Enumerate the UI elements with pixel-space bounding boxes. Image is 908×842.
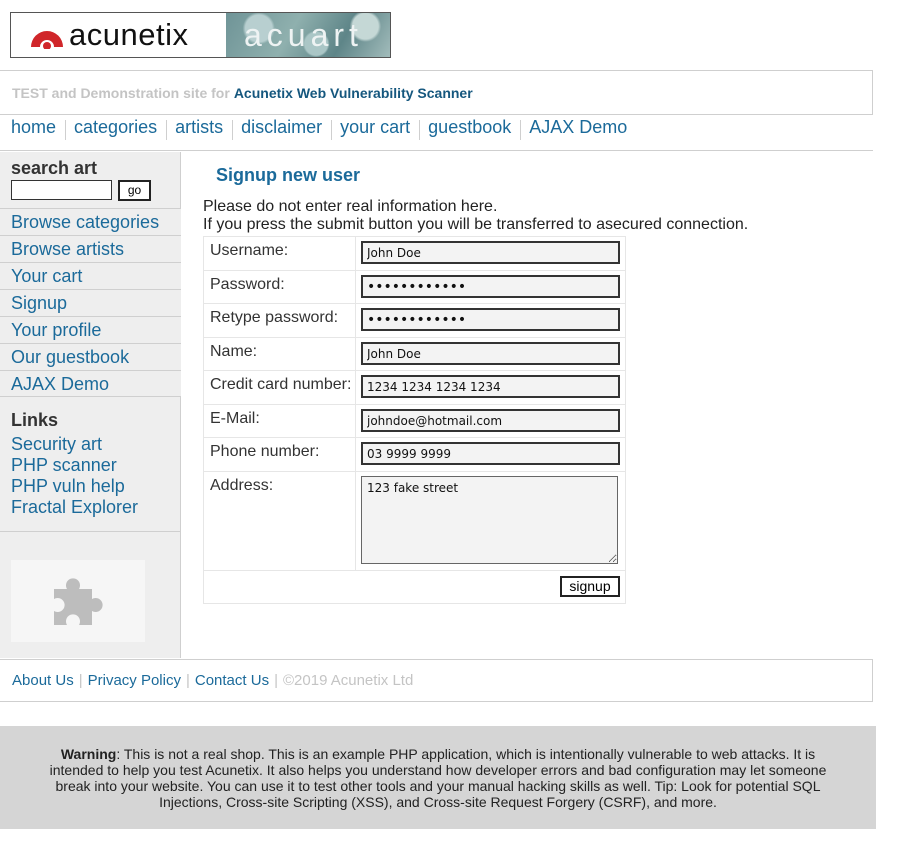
nav-separator (232, 120, 234, 140)
footer-separator: | (78, 672, 83, 689)
search-input[interactable] (11, 180, 112, 200)
tagline-prefix: TEST and Demonstration site for (12, 84, 230, 101)
password-field[interactable] (361, 275, 620, 298)
username-label: Username: (204, 237, 356, 270)
nav-your-cart[interactable]: your cart (340, 117, 410, 138)
phone-label: Phone number: (204, 438, 356, 471)
form-row-credit-card: Credit card number: (204, 371, 625, 405)
form-row-phone: Phone number: (204, 438, 625, 472)
page-title: Signup new user (216, 165, 361, 185)
acunetix-logo: acunetix (11, 13, 226, 57)
nav-home[interactable]: home (11, 117, 56, 138)
retype-password-field[interactable] (361, 308, 620, 331)
nav-guestbook[interactable]: guestbook (428, 117, 511, 138)
logo-sub-text: acuart (244, 16, 363, 53)
link-php-scanner[interactable]: PHP scanner (11, 455, 138, 476)
nav-separator (65, 120, 67, 140)
acuart-logo: acuart (226, 13, 390, 57)
intro-line-2: If you press the submit button you will … (203, 216, 749, 233)
footer-contact-us[interactable]: Contact Us (195, 672, 269, 689)
nav-separator (419, 120, 421, 140)
email-label: E-Mail: (204, 405, 356, 437)
form-row-name: Name: (204, 338, 625, 371)
links-list: Security art PHP scanner PHP vuln help F… (11, 434, 138, 518)
sidebar-item-browse-categories[interactable]: Browse categories (0, 208, 181, 235)
warning-text: Warning: This is not a real shop. This i… (38, 746, 838, 810)
form-row-submit: signup (204, 571, 625, 603)
intro-text: Please do not enter real information her… (203, 198, 748, 234)
footer-about-us[interactable]: About Us (12, 672, 74, 689)
username-field[interactable] (361, 241, 620, 264)
tagline: TEST and Demonstration site for Acunetix… (0, 70, 873, 115)
sidebar-item-ajax-demo[interactable]: AJAX Demo (0, 370, 181, 397)
plugin-placeholder (11, 560, 145, 642)
form-row-address: Address: 123 fake street (204, 472, 625, 571)
warning-banner: Warning: This is not a real shop. This i… (0, 726, 876, 829)
signup-form: Username: Password: Retype password: Nam… (203, 236, 626, 604)
retype-password-label: Retype password: (204, 304, 356, 337)
email-field[interactable] (361, 409, 620, 432)
intro-line-1: Please do not enter real information her… (203, 198, 498, 215)
phone-field[interactable] (361, 442, 620, 465)
footer-separator: | (185, 672, 190, 689)
credit-card-field[interactable] (361, 375, 620, 398)
signup-button[interactable]: signup (560, 576, 620, 597)
puzzle-piece-icon (54, 578, 103, 625)
sidebar-item-your-profile[interactable]: Your profile (0, 316, 181, 343)
name-field[interactable] (361, 342, 620, 365)
form-row-username: Username: (204, 237, 625, 271)
sidebar-item-signup[interactable]: Signup (0, 289, 181, 316)
nav-artists[interactable]: artists (175, 117, 223, 138)
sidebar-item-your-cart[interactable]: Your cart (0, 262, 181, 289)
links-heading: Links (11, 410, 59, 430)
form-row-email: E-Mail: (204, 405, 625, 438)
sidebar: search art go Browse categories Browse a… (0, 152, 181, 658)
link-fractal-explorer[interactable]: Fractal Explorer (11, 497, 138, 518)
nav-separator (166, 120, 168, 140)
nav-separator (520, 120, 522, 140)
warning-body: : This is not a real shop. This is an ex… (49, 745, 827, 810)
acunetix-logo-icon (29, 21, 65, 50)
form-row-password: Password: (204, 271, 625, 304)
top-navigation: home categories artists disclaimer your … (0, 117, 873, 151)
sidebar-menu: Browse categories Browse artists Your ca… (0, 208, 181, 397)
form-row-retype-password: Retype password: (204, 304, 625, 338)
link-php-vuln-help[interactable]: PHP vuln help (11, 476, 138, 497)
search-heading: search art (11, 158, 98, 178)
nav-disclaimer[interactable]: disclaimer (241, 117, 322, 138)
sidebar-item-guestbook[interactable]: Our guestbook (0, 343, 181, 370)
password-label: Password: (204, 271, 356, 303)
footer-separator: | (274, 672, 278, 689)
link-security-art[interactable]: Security art (11, 434, 138, 455)
logo-brand-text: acunetix (69, 17, 189, 52)
name-label: Name: (204, 338, 356, 370)
footer-copyright: ©2019 Acunetix Ltd (282, 672, 414, 689)
nav-separator (331, 120, 333, 140)
nav-ajax-demo[interactable]: AJAX Demo (529, 117, 627, 138)
search-go-button[interactable]: go (118, 180, 151, 201)
credit-card-label: Credit card number: (204, 371, 356, 404)
site-logo[interactable]: acunetix acuart (10, 12, 391, 58)
footer-privacy-policy[interactable]: Privacy Policy (88, 672, 181, 689)
warning-label: Warning (60, 745, 117, 762)
address-label: Address: (204, 472, 356, 570)
sidebar-divider (0, 531, 181, 532)
sidebar-item-browse-artists[interactable]: Browse artists (0, 235, 181, 262)
footer: About Us | Privacy Policy | Contact Us |… (0, 659, 873, 702)
scanner-link[interactable]: Acunetix Web Vulnerability Scanner (234, 85, 473, 101)
address-field[interactable]: 123 fake street (361, 476, 618, 564)
nav-categories[interactable]: categories (74, 117, 157, 138)
